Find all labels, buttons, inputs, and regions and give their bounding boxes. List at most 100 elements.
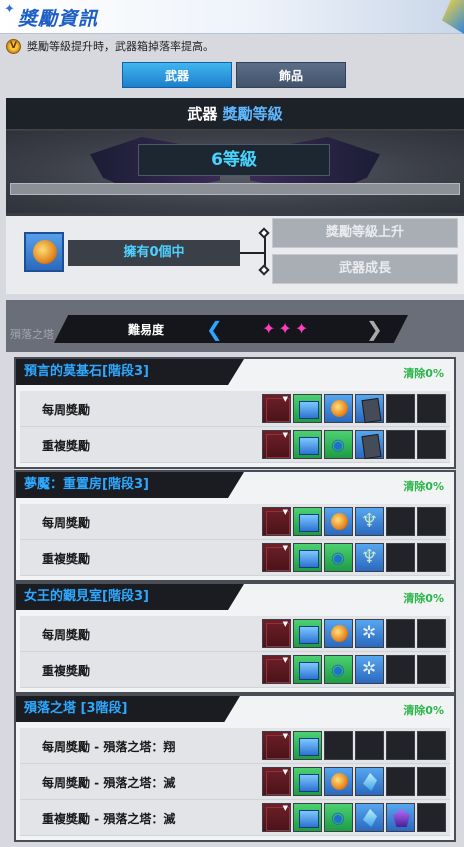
section-title: 夢魘：重置房[階段3] (16, 472, 244, 498)
crystal-shard-icon[interactable] (355, 767, 384, 796)
weapon-box-icon[interactable] (262, 619, 291, 648)
reward-grade-panel: 武器 獎勵等級 6等級 擁有0個中 獎勵等級上升 武器成長 (6, 98, 464, 294)
empty-slot (417, 394, 446, 423)
section-clear-rate: 清除0% (403, 480, 444, 493)
reward-slots (262, 507, 446, 536)
weapon-box-icon[interactable] (262, 767, 291, 796)
blue-book-icon[interactable] (293, 507, 322, 536)
tab-weapon[interactable]: 武器 (122, 62, 232, 88)
blue-book-icon[interactable] (293, 655, 322, 684)
eye-orb-icon[interactable] (324, 803, 353, 832)
blue-book-icon[interactable] (293, 731, 322, 760)
tab-bar: 武器 飾品 (122, 62, 346, 88)
weapon-box-icon[interactable] (262, 655, 291, 684)
weapon-box-icon[interactable] (262, 394, 291, 423)
section-title: 預言的莫基石[階段3] (16, 359, 244, 385)
arrow-left-icon[interactable]: ❮ (206, 317, 223, 341)
empty-slot (386, 430, 415, 459)
reward-row-label: 重複獎勵 (42, 664, 91, 678)
blue-book-icon[interactable] (293, 767, 322, 796)
difficulty-selector: 難易度 ❮ ✦✦✦ ❯ (54, 315, 408, 343)
purple-gem-icon[interactable] (386, 803, 415, 832)
upgrade-grade-button[interactable]: 獎勵等級上升 (272, 218, 458, 248)
section-header: 殞落之塔 [3階段] 清除0% (16, 696, 454, 722)
corner-decoration (442, 0, 464, 34)
empty-slot (417, 430, 446, 459)
reward-slots (262, 430, 446, 459)
empty-slot (417, 803, 446, 832)
empty-slot (417, 731, 446, 760)
eye-orb-icon[interactable] (324, 430, 353, 459)
reward-section: 夢魘：重置房[階段3] 清除0% 每周獎勵重複獎勵 (14, 470, 456, 582)
weapon-box-icon[interactable] (262, 430, 291, 459)
weapon-box-icon[interactable] (262, 507, 291, 536)
amber-orb-icon[interactable] (324, 507, 353, 536)
weapon-box-icon[interactable] (262, 803, 291, 832)
amber-orb-icon[interactable] (324, 767, 353, 796)
grade-emblem: 6等級 (6, 131, 464, 213)
tab-accessory[interactable]: 飾品 (236, 62, 346, 88)
reward-row-label: 每周獎勵 - 殞落之塔：翔 (42, 740, 176, 754)
eye-orb-icon[interactable] (324, 543, 353, 572)
empty-slot (417, 507, 446, 536)
empty-slot (386, 731, 415, 760)
owned-count: 擁有0個中 (68, 240, 240, 266)
reward-row-label: 重複獎勵 (42, 439, 91, 453)
window-title: 獎勵資訊 (18, 8, 99, 30)
weapon-box-icon[interactable] (262, 731, 291, 760)
section-clear-rate: 清除0% (403, 367, 444, 380)
empty-slot (386, 394, 415, 423)
arrow-right-icon[interactable]: ❯ (366, 317, 383, 341)
difficulty-label: 難易度 (128, 323, 165, 337)
grade-actions: 擁有0個中 獎勵等級上升 武器成長 (6, 216, 464, 294)
reward-section: 預言的莫基石[階段3] 清除0% 每周獎勵重複獎勵 (14, 357, 456, 469)
amber-orb-icon[interactable] (324, 619, 353, 648)
connector-node-top (258, 227, 270, 239)
blue-book-icon[interactable] (293, 394, 322, 423)
empty-slot (386, 655, 415, 684)
spider-emblem-icon[interactable] (355, 655, 384, 684)
dark-card-icon[interactable] (355, 394, 384, 423)
blue-book-icon[interactable] (293, 619, 322, 648)
dark-card-icon[interactable] (355, 430, 384, 459)
reward-row: 每周獎勵 (20, 616, 450, 652)
reward-row: 重複獎勵 (20, 427, 450, 463)
section-title: 女王的覲見室[階段3] (16, 584, 244, 610)
reward-row-label: 每周獎勵 (42, 628, 91, 642)
reward-slots (262, 767, 446, 796)
section-bottom-pad (16, 576, 454, 580)
reward-item-slot[interactable] (24, 232, 64, 272)
blue-book-icon[interactable] (293, 803, 322, 832)
section-header: 預言的莫基石[階段3] 清除0% (16, 359, 454, 385)
section-clear-rate: 清除0% (403, 592, 444, 605)
blue-book-icon[interactable] (293, 430, 322, 459)
reward-row: 重複獎勵 (20, 652, 450, 688)
eye-orb-icon[interactable] (324, 655, 353, 684)
reward-row-label: 重複獎勵 - 殞落之塔：滅 (42, 812, 176, 826)
reward-grade-heading: 武器 獎勵等級 (6, 98, 464, 130)
connector-node-bottom (258, 264, 270, 276)
window-header: ✦ 獎勵資訊 (0, 0, 464, 34)
blue-book-icon[interactable] (293, 543, 322, 572)
empty-slot (386, 619, 415, 648)
background-label: 殞落之塔 (10, 328, 54, 341)
empty-slot (386, 543, 415, 572)
green-crest-icon[interactable] (355, 543, 384, 572)
reward-section: 女王的覲見室[階段3] 清除0% 每周獎勵重複獎勵 (14, 582, 456, 694)
medal-icon: V (6, 38, 21, 54)
empty-slot (417, 767, 446, 796)
reward-row: 每周獎勵 (20, 504, 450, 540)
empty-slot (386, 767, 415, 796)
section-bottom-pad (16, 688, 454, 692)
notice-text: 獎勵等級提升時，武器箱掉落率提高。 (27, 40, 214, 53)
amber-orb-icon[interactable] (324, 394, 353, 423)
spider-emblem-icon[interactable] (355, 619, 384, 648)
weapon-box-icon[interactable] (262, 543, 291, 572)
section-bottom-pad (16, 836, 454, 840)
weapon-growth-button[interactable]: 武器成長 (272, 254, 458, 284)
green-crest-icon[interactable] (355, 507, 384, 536)
reward-slots (262, 619, 446, 648)
reward-slots (262, 731, 446, 760)
crystal-shard-icon[interactable] (355, 803, 384, 832)
reward-slots (262, 803, 446, 832)
